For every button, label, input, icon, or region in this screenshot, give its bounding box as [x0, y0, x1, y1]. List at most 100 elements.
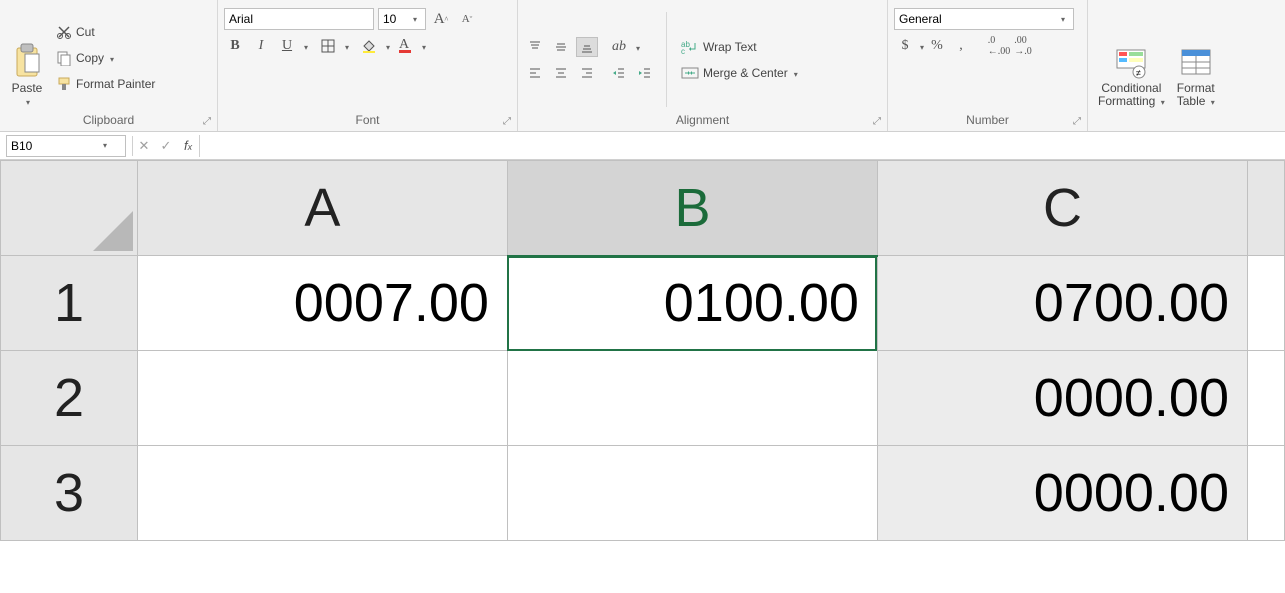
align-middle-button[interactable] — [550, 37, 572, 57]
cell-B1[interactable]: 0100.00 — [507, 256, 877, 351]
indent-left-icon — [612, 66, 626, 80]
merge-center-button[interactable]: Merge & Center — [677, 63, 802, 83]
cell-C2[interactable]: 0000.00 — [877, 351, 1247, 446]
currency-symbol: $ — [902, 38, 909, 54]
fill-color-button[interactable] — [358, 36, 380, 56]
row-header-2[interactable]: 2 — [1, 351, 138, 446]
font-size-combo[interactable]: ▾ — [378, 8, 426, 30]
font-launcher-icon[interactable]: ⤢ — [503, 116, 511, 127]
shrink-font-button[interactable]: Aˇ — [456, 9, 478, 29]
cell-A2[interactable] — [137, 351, 507, 446]
column-header-D[interactable] — [1247, 161, 1284, 256]
indent-right-icon — [638, 66, 652, 80]
format-table-dropdown-icon[interactable] — [1209, 94, 1215, 108]
borders-dropdown-icon[interactable] — [343, 39, 349, 53]
align-center-button[interactable] — [550, 63, 572, 83]
select-all-corner[interactable] — [1, 161, 138, 256]
cell-value: 0000.00 — [1034, 368, 1229, 428]
underline-button[interactable]: U — [276, 36, 298, 56]
decrease-indent-button[interactable] — [608, 63, 630, 83]
table-icon — [1180, 48, 1212, 80]
column-label-C: C — [1043, 178, 1082, 238]
font-name-combo[interactable]: ▾ — [224, 8, 374, 30]
merge-dropdown-icon[interactable] — [792, 66, 798, 80]
increase-decimal-button[interactable]: .0←.00 — [988, 36, 1010, 56]
percent-button[interactable]: % — [926, 36, 948, 56]
increase-indent-button[interactable] — [634, 63, 656, 83]
copy-button[interactable]: Copy — [52, 48, 159, 68]
column-header-C[interactable]: C — [877, 161, 1247, 256]
paste-dropdown-icon[interactable] — [24, 94, 30, 108]
font-name-input[interactable] — [225, 12, 388, 26]
formula-input[interactable] — [199, 135, 1285, 157]
italic-button[interactable]: I — [250, 36, 272, 56]
format-painter-button[interactable]: Format Painter — [52, 74, 159, 94]
paste-button[interactable]: Paste — [6, 4, 48, 111]
number-format-combo[interactable]: ▾ — [894, 8, 1074, 30]
conditional-formatting-button[interactable]: ≠ Conditional Formatting — [1094, 4, 1169, 111]
row-header-3[interactable]: 3 — [1, 446, 138, 541]
bold-button[interactable]: B — [224, 36, 246, 56]
group-clipboard: Paste Cut Copy Format Painter Clipboard⤢ — [0, 0, 218, 131]
enter-formula-button[interactable]: ✓ — [155, 138, 177, 154]
orientation-dropdown-icon[interactable] — [634, 40, 640, 54]
cell-B2[interactable] — [507, 351, 877, 446]
cell-C3[interactable]: 0000.00 — [877, 446, 1247, 541]
comma-style-button[interactable]: , — [950, 36, 972, 56]
copy-dropdown-icon[interactable] — [108, 51, 114, 65]
cell-C1[interactable]: 0700.00 — [877, 256, 1247, 351]
svg-text:c: c — [681, 47, 685, 55]
cell-A3[interactable] — [137, 446, 507, 541]
percent-symbol: % — [931, 38, 943, 54]
cell-B3[interactable] — [507, 446, 877, 541]
align-bottom-button[interactable] — [576, 37, 598, 57]
copy-label: Copy — [76, 51, 104, 65]
bucket-icon — [361, 38, 377, 54]
accounting-dropdown-icon[interactable] — [918, 39, 924, 53]
cell-A1[interactable]: 0007.00 — [137, 256, 507, 351]
fill-color-dropdown-icon[interactable] — [384, 39, 390, 53]
row-label-1: 1 — [54, 273, 84, 333]
cancel-formula-button[interactable]: ✕ — [133, 138, 155, 154]
row-label-3: 3 — [54, 463, 84, 523]
accounting-format-button[interactable]: $ — [894, 36, 916, 56]
cell-D2[interactable] — [1247, 351, 1284, 446]
align-right-button[interactable] — [576, 63, 598, 83]
brush-icon — [56, 76, 72, 92]
number-launcher-icon[interactable]: ⤢ — [1073, 116, 1081, 127]
ribbon: Paste Cut Copy Format Painter Clipboard⤢ — [0, 0, 1285, 132]
cell-D1[interactable] — [1247, 256, 1284, 351]
format-as-table-button[interactable]: Format Table — [1173, 4, 1219, 111]
clipboard-launcher-icon[interactable]: ⤢ — [203, 116, 211, 127]
cell-value: 0000.00 — [1034, 463, 1229, 523]
alignment-launcher-icon[interactable]: ⤢ — [873, 116, 881, 127]
conditional-dropdown-icon[interactable] — [1159, 94, 1165, 108]
cell-value: 0007.00 — [294, 273, 489, 333]
font-color-button[interactable]: A — [394, 36, 416, 56]
column-header-A[interactable]: A — [137, 161, 507, 256]
orientation-button[interactable]: ab — [608, 37, 630, 57]
font-size-input[interactable] — [379, 12, 407, 26]
wrap-text-label: Wrap Text — [703, 40, 757, 54]
number-format-dropdown-icon[interactable]: ▾ — [1055, 15, 1071, 24]
conditional-formatting-label: Conditional Formatting — [1098, 81, 1161, 108]
wrap-text-button[interactable]: abc Wrap Text — [677, 37, 802, 57]
font-color-dropdown-icon[interactable] — [420, 39, 426, 53]
borders-button[interactable] — [317, 36, 339, 56]
insert-function-button[interactable]: fx — [177, 138, 199, 153]
cell-D3[interactable] — [1247, 446, 1284, 541]
column-header-B[interactable]: B — [507, 161, 877, 256]
cut-button[interactable]: Cut — [52, 22, 159, 42]
font-size-dropdown-icon[interactable]: ▾ — [407, 15, 423, 24]
name-box-input[interactable] — [7, 139, 97, 153]
align-left-button[interactable] — [524, 63, 546, 83]
name-box[interactable]: ▾ — [6, 135, 126, 157]
grow-font-button[interactable]: A^ — [430, 9, 452, 29]
align-top-button[interactable] — [524, 37, 546, 57]
row-header-1[interactable]: 1 — [1, 256, 138, 351]
number-format-input[interactable] — [895, 12, 1055, 26]
decrease-decimal-button[interactable]: .00→.0 — [1012, 36, 1034, 56]
underline-dropdown-icon[interactable] — [302, 39, 308, 53]
name-box-dropdown-icon[interactable]: ▾ — [97, 141, 113, 150]
paste-icon — [11, 42, 43, 80]
